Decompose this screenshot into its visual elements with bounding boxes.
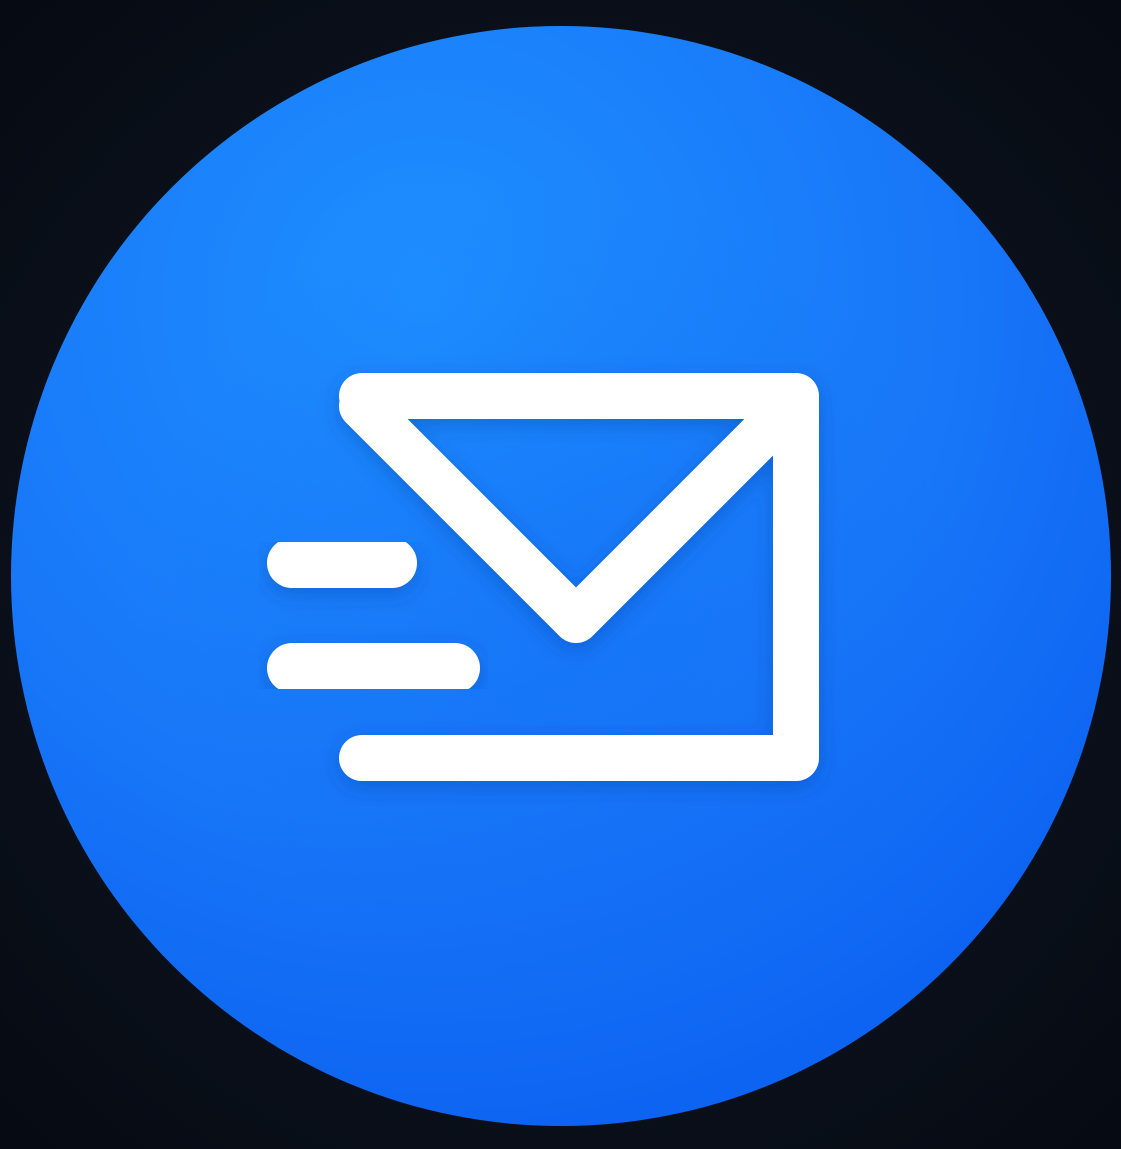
icon-stage <box>0 0 1121 1149</box>
send-mail-app-icon[interactable] <box>0 0 1121 1149</box>
